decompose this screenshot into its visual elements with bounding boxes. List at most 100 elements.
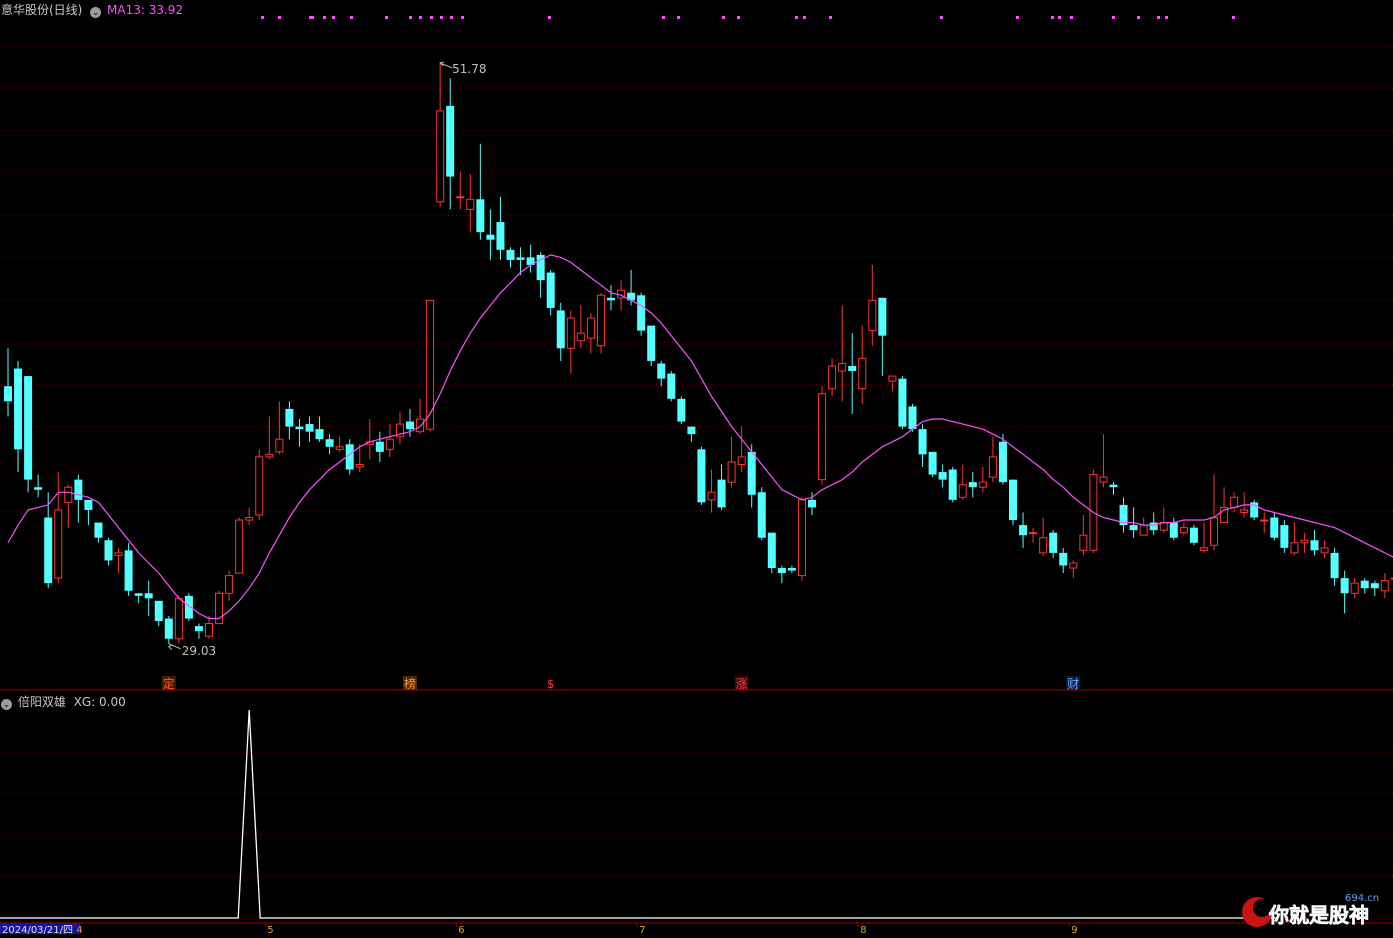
signal-dot	[677, 16, 680, 19]
date-label: 2024/03/21/四	[2, 925, 73, 934]
candle-body	[285, 408, 294, 427]
candle-body	[808, 499, 816, 508]
candle	[194, 623, 203, 639]
candle-body	[556, 310, 565, 349]
candle-body	[1230, 496, 1239, 508]
candle	[64, 484, 73, 528]
signal-dot	[1165, 16, 1168, 19]
candle	[898, 376, 907, 430]
chart-svg: 51.78 29.03 定 榜 $ 涨 财 2024/03/21/四 4 5 6 7 8 9	[0, 16, 1393, 936]
candle	[265, 416, 274, 460]
month-label: 5	[267, 925, 273, 934]
candle	[375, 431, 384, 462]
candle	[818, 386, 827, 485]
candle	[878, 297, 887, 377]
candle-body	[717, 479, 726, 508]
candle	[24, 376, 33, 493]
candle-body	[1079, 534, 1088, 551]
candle-body	[647, 325, 656, 361]
candle-body	[24, 376, 33, 480]
candle-body	[64, 486, 73, 503]
candle-body	[1260, 519, 1269, 522]
candle-body	[406, 421, 414, 430]
candle	[1049, 530, 1058, 558]
indicator-name: 倍阳双雄	[17, 695, 66, 709]
candle-body	[878, 297, 887, 336]
candle	[858, 325, 867, 404]
candle	[466, 174, 475, 233]
collapse-icon[interactable]: ⌄	[90, 7, 102, 18]
candle-body	[1290, 542, 1299, 554]
candle	[1320, 540, 1329, 558]
candle-body	[576, 332, 585, 342]
candle-body	[586, 317, 595, 339]
candle-body	[968, 482, 977, 488]
candle	[1260, 512, 1269, 533]
candle	[134, 593, 143, 604]
candle	[1109, 482, 1118, 495]
candle	[697, 446, 706, 505]
candle	[74, 474, 83, 523]
indicator-collapse-icon[interactable]: ⌄	[1, 699, 12, 710]
candle	[546, 270, 555, 316]
candle-body	[818, 393, 827, 481]
candle-body	[496, 222, 505, 250]
candle	[295, 419, 304, 447]
candle	[114, 547, 123, 574]
candle-body	[114, 552, 123, 556]
candle-body	[235, 519, 244, 574]
signal-dot	[1016, 16, 1019, 19]
signal-dot	[548, 16, 551, 19]
event-marker-label: 榜	[404, 676, 416, 691]
candle-body	[225, 575, 234, 594]
candle	[1179, 522, 1188, 536]
signal-dot	[829, 16, 832, 19]
candle	[1270, 512, 1279, 541]
high-label: 51.78	[452, 62, 486, 76]
candle	[1380, 573, 1389, 599]
candle-body	[446, 105, 455, 177]
ma13-line	[7, 254, 1393, 620]
candle-body	[737, 456, 746, 465]
candle-body	[466, 198, 475, 210]
candle-body	[1280, 525, 1289, 548]
candle-body	[84, 499, 93, 510]
candle	[747, 444, 756, 508]
candle	[838, 305, 847, 402]
signal-dot	[409, 16, 412, 19]
candle	[958, 464, 967, 500]
signal-dot	[311, 16, 314, 19]
signal-dot	[450, 16, 453, 19]
candle-body	[1370, 583, 1379, 589]
candle	[938, 464, 947, 488]
candle-body	[44, 517, 53, 584]
candle-body	[988, 456, 997, 478]
event-marker: $	[547, 677, 555, 691]
candle	[1019, 512, 1028, 548]
candle-body	[164, 618, 173, 639]
month-label: 6	[458, 925, 464, 934]
candle-body	[1310, 540, 1319, 551]
candle-body	[1340, 578, 1349, 594]
candle	[1310, 530, 1319, 556]
watermark: 你就是股神 694.cn	[1237, 892, 1387, 928]
signal-dot	[1051, 16, 1054, 19]
candle	[767, 532, 776, 574]
candle-body	[385, 438, 394, 450]
candle	[526, 244, 535, 273]
candle-body	[1320, 547, 1329, 554]
candle	[235, 517, 244, 574]
candle-body	[1350, 582, 1359, 594]
candle	[1210, 474, 1218, 551]
candle	[104, 537, 113, 566]
candle-body	[205, 623, 213, 637]
indicator-grid	[0, 751, 1393, 919]
signal-dot	[332, 16, 335, 19]
candle-body	[476, 199, 485, 233]
candle-body	[828, 365, 837, 390]
candle-body	[1179, 527, 1188, 534]
chart-stage: 51.78 29.03 定 榜 $ 涨 财 2024/03/21/四 4 5 6 7 8 9 意华…	[0, 0, 1393, 936]
candle	[365, 419, 374, 460]
candle-body	[978, 481, 987, 488]
candle	[717, 464, 726, 510]
